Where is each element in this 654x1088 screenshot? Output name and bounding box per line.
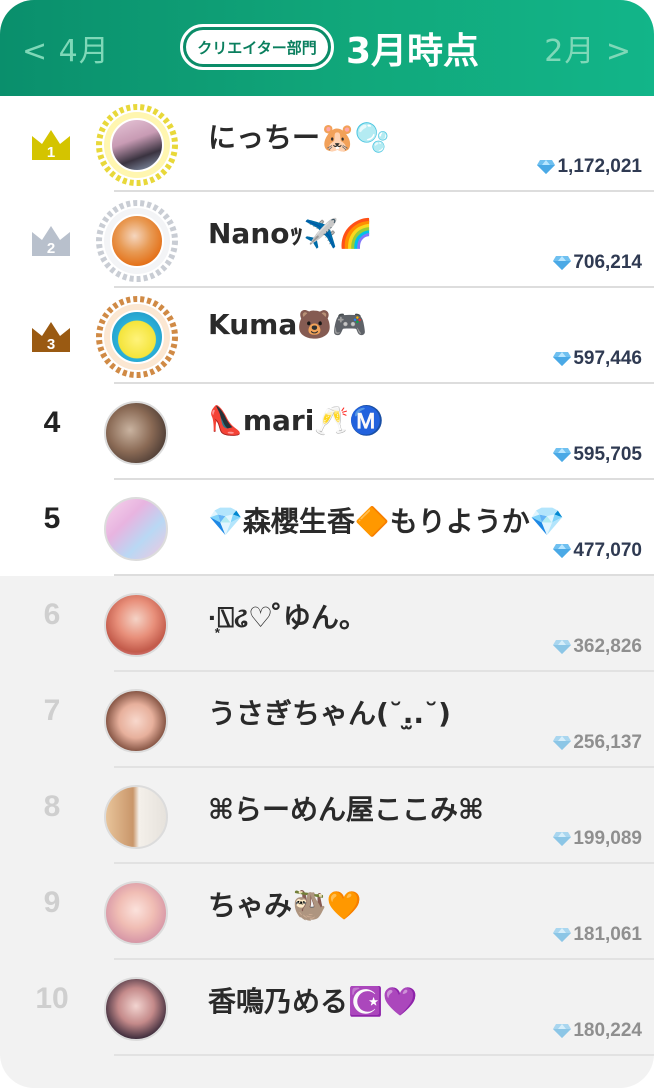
- ranking-row[interactable]: 6 ·͙⍂ઢ♡ ̊ゆん。 362,826: [0, 576, 654, 672]
- score: 706,214: [553, 252, 642, 274]
- ranking-row[interactable]: 5 💎森櫻生香🔶もりようか💎 477,070: [0, 480, 654, 576]
- ranking-row[interactable]: 3 Kuma🐻🎮 597,446: [0, 288, 654, 384]
- creator-name: ⌘らーめん屋ここみ⌘: [208, 793, 484, 826]
- score: 181,061: [553, 924, 642, 946]
- ranking-panel: < 4月 クリエイター部門 3月時点 2月 > 1 にっちー🐹🫧 1,172,0…: [0, 0, 654, 1088]
- creator-name: 香鳴乃める☪️💜: [208, 985, 418, 1018]
- avatar[interactable]: [96, 872, 178, 954]
- diamond-icon: [553, 448, 572, 462]
- score: 597,446: [553, 348, 642, 370]
- rank-number: 4: [43, 406, 61, 439]
- rank-number: 10: [35, 982, 69, 1015]
- diamond-icon: [553, 736, 572, 750]
- score: 1,172,021: [537, 156, 642, 178]
- ranking-row[interactable]: 7 うさぎちゃん(˘.̫.˘) 256,137: [0, 672, 654, 768]
- diamond-icon: [553, 544, 572, 558]
- avatar[interactable]: [96, 680, 178, 762]
- crown-gold-icon: 1: [30, 126, 72, 162]
- ranking-row[interactable]: 2 Nanoｯ✈️🌈 706,214: [0, 192, 654, 288]
- creator-name: 👠mari🥂Ⓜ️: [208, 404, 385, 437]
- avatar[interactable]: [96, 200, 178, 282]
- prev-month-link[interactable]: < 4月: [22, 26, 110, 70]
- score: 595,705: [553, 444, 642, 466]
- next-month-link[interactable]: 2月 >: [544, 26, 632, 70]
- rank-number: 9: [43, 886, 61, 919]
- score: 362,826: [553, 636, 642, 658]
- crown-silver-icon: 2: [30, 222, 72, 258]
- rank-number: 8: [43, 790, 61, 823]
- score: 477,070: [553, 540, 642, 562]
- ranking-list: 1 にっちー🐹🫧 1,172,021 2 Nanoｯ✈️🌈 706,214 3 …: [0, 96, 654, 1056]
- category-label: クリエイター部門: [197, 38, 317, 57]
- creator-name: うさぎちゃん(˘.̫.˘): [208, 697, 451, 730]
- creator-name: にっちー🐹🫧: [208, 121, 390, 154]
- avatar[interactable]: [96, 776, 178, 858]
- ranking-row[interactable]: 9 ちゃみ🦥🧡 181,061: [0, 864, 654, 960]
- creator-name: Kuma🐻🎮: [208, 308, 367, 341]
- score: 199,089: [553, 828, 642, 850]
- diamond-icon: [553, 1024, 572, 1038]
- diamond-icon: [553, 928, 572, 942]
- avatar[interactable]: [96, 104, 178, 186]
- diamond-icon: [553, 352, 572, 366]
- avatar[interactable]: [96, 968, 178, 1050]
- rank-number: 6: [43, 598, 61, 631]
- diamond-icon: [553, 256, 572, 270]
- creator-name: ちゃみ🦥🧡: [208, 889, 362, 922]
- diamond-icon: [553, 640, 572, 654]
- svg-text:1: 1: [47, 144, 55, 161]
- score: 180,224: [553, 1020, 642, 1042]
- avatar[interactable]: [96, 584, 178, 666]
- creator-name: 💎森櫻生香🔶もりようか💎: [208, 505, 565, 538]
- crown-bronze-icon: 3: [30, 318, 72, 354]
- avatar[interactable]: [96, 392, 178, 474]
- avatar[interactable]: [96, 296, 178, 378]
- ranking-row[interactable]: 10 香鳴乃める☪️💜 180,224: [0, 960, 654, 1056]
- creator-name: Nanoｯ✈️🌈: [208, 217, 374, 250]
- rank-number: 5: [43, 502, 61, 535]
- avatar[interactable]: [96, 488, 178, 570]
- rank-number: 7: [43, 694, 61, 727]
- score: 256,137: [553, 732, 642, 754]
- ranking-header: < 4月 クリエイター部門 3月時点 2月 >: [0, 0, 654, 96]
- ranking-row[interactable]: 8 ⌘らーめん屋ここみ⌘ 199,089: [0, 768, 654, 864]
- svg-text:2: 2: [47, 240, 55, 257]
- diamond-icon: [553, 832, 572, 846]
- diamond-icon: [537, 160, 556, 174]
- svg-text:3: 3: [47, 336, 55, 353]
- page-title: 3月時点: [346, 31, 480, 72]
- creator-name: ·͙⍂ઢ♡ ̊ゆん。: [208, 601, 367, 634]
- ranking-row[interactable]: 1 にっちー🐹🫧 1,172,021: [0, 96, 654, 192]
- category-badge: クリエイター部門: [180, 24, 334, 70]
- ranking-row[interactable]: 4 👠mari🥂Ⓜ️ 595,705: [0, 384, 654, 480]
